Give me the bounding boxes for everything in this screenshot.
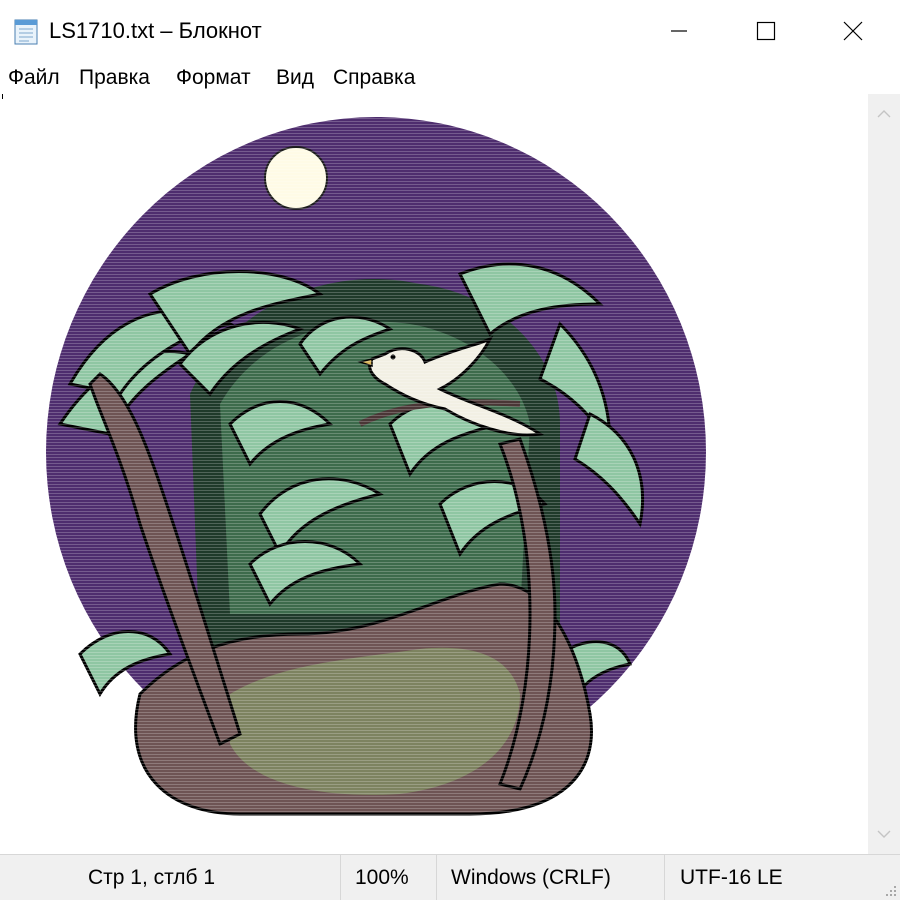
maximize-button[interactable] [733, 6, 799, 56]
menu-view[interactable]: Вид [276, 64, 314, 92]
menu-help[interactable]: Справка [333, 64, 415, 92]
maximize-icon [756, 21, 776, 41]
close-icon [843, 21, 863, 41]
chevron-up-icon [877, 110, 891, 118]
chevron-down-icon [877, 830, 891, 838]
menu-file[interactable]: Файл [8, 64, 60, 92]
minimize-button[interactable] [646, 6, 712, 56]
menu-format[interactable]: Формат [176, 64, 251, 92]
zoom-level: 100% [355, 866, 409, 889]
minimize-icon [671, 30, 687, 32]
status-bar: Стр 1, стлб 1 100% Windows (CRLF) UTF-16… [0, 854, 900, 900]
status-divider [340, 855, 341, 900]
status-divider [436, 855, 437, 900]
scroll-down-button[interactable] [868, 814, 900, 854]
status-divider [664, 855, 665, 900]
scroll-up-button[interactable] [868, 94, 900, 134]
close-button[interactable] [820, 6, 886, 56]
cursor-position: Стр 1, стлб 1 [88, 866, 216, 889]
text-caret [2, 94, 3, 99]
title-bar[interactable]: LS1710.txt – Блокнот [0, 0, 900, 62]
text-editor[interactable] [0, 94, 868, 854]
menu-edit[interactable]: Правка [79, 64, 150, 92]
menu-bar: Файл Правка Формат Вид Справка [0, 62, 900, 94]
resize-grip-icon[interactable] [883, 883, 897, 897]
window-title: LS1710.txt – Блокнот [49, 18, 262, 43]
notepad-icon [14, 17, 39, 45]
vertical-scrollbar[interactable] [868, 94, 900, 854]
ascii-art-illustration [0, 94, 868, 854]
line-endings: Windows (CRLF) [451, 866, 611, 889]
encoding: UTF-16 LE [680, 866, 783, 889]
